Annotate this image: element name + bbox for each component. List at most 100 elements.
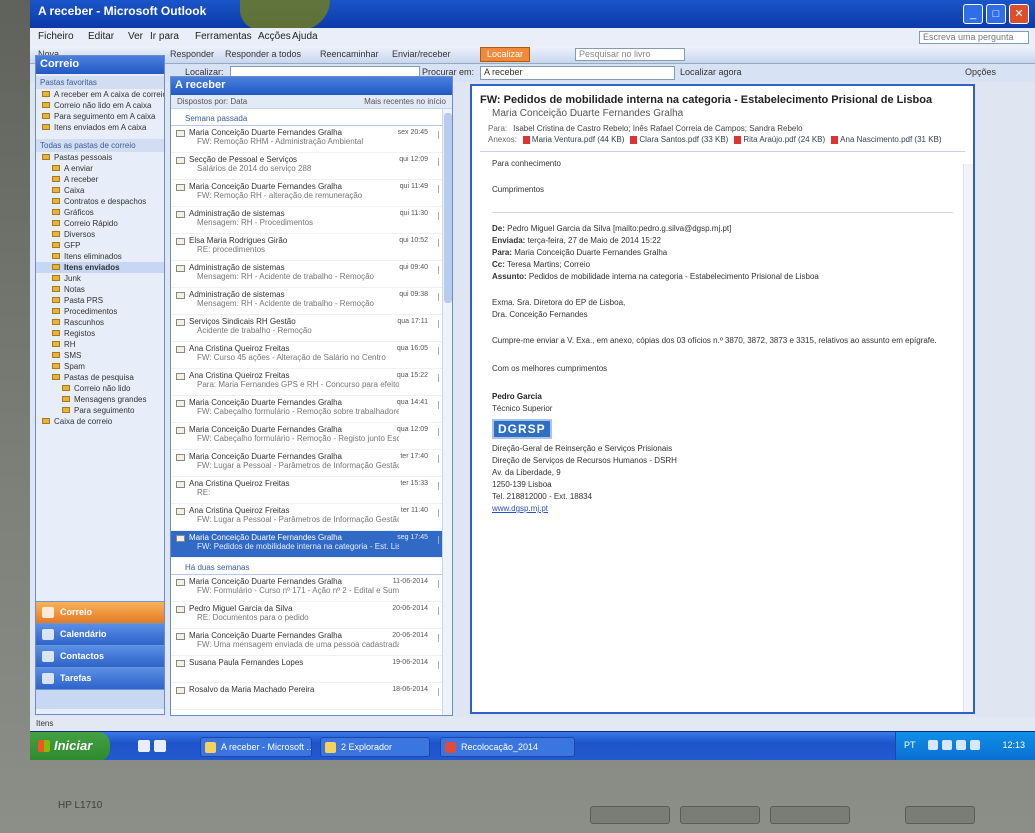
help-question-input[interactable]: Escreva uma pergunta [919,31,1029,44]
folder-tree-item[interactable]: SMS [36,350,164,361]
nav-calendar-button[interactable]: Calendário [36,623,164,645]
maximize-button[interactable]: □ [986,4,1006,24]
nav-tasks-button[interactable]: Tarefas [36,667,164,689]
menu-actions[interactable]: Acções [258,31,291,42]
message-row[interactable]: Maria Conceição Duarte Fernandes Gralha F… [171,575,452,602]
message-row[interactable]: Rosalvo da Maria Machado Pereira 18-06-20… [171,683,452,710]
folder-tree-item[interactable]: GFP [36,240,164,251]
monitor-button-2[interactable] [680,806,760,824]
attachment-item[interactable]: Rita Araújo.pdf (24 KB) [734,135,825,144]
message-row[interactable]: Maria Conceição Duarte Fernandes Gralha F… [171,629,452,656]
network-icon[interactable] [928,740,938,750]
folder-tree-item[interactable]: Registos [36,328,164,339]
folder-tree-item[interactable]: Correio não lido [36,383,164,394]
folder-tree-item[interactable]: Notas [36,284,164,295]
message-row[interactable]: Pedro Miguel Garcia da Silva RE: Document… [171,602,452,629]
folder-tree-item[interactable]: Junk [36,273,164,284]
message-row[interactable]: Administração de sistemas Mensagem: RH - … [171,261,452,288]
send-receive-button[interactable]: Enviar/receber [392,49,451,59]
message-row[interactable]: Susana Paula Fernandes Lopes 19-06-2014 [171,656,452,683]
address-book-search[interactable]: Pesquisar no livro [575,48,685,61]
message-row[interactable]: Elsa Maria Rodrigues Girão RE: procedimen… [171,234,452,261]
monitor-button-3[interactable] [770,806,850,824]
folder-tree-item[interactable]: Gráficos [36,207,164,218]
message-group-header[interactable]: Semana passada [171,109,452,126]
close-button[interactable]: ✕ [1009,4,1029,24]
task-outlook[interactable]: A receber - Microsoft ... [200,737,312,757]
folder-tree-item[interactable]: Caixa de correio [36,416,164,427]
message-row[interactable]: Secção de Pessoal e Serviços Salários de … [171,153,452,180]
favorite-folder-item[interactable]: A receber em A caixa de correio [36,89,164,100]
folder-tree-item[interactable]: RH [36,339,164,350]
list-scrollbar[interactable] [442,109,452,715]
reading-scrollbar[interactable] [963,164,973,712]
menu-help[interactable]: Ajuda [292,31,318,42]
quicklaunch-desktop-icon[interactable] [138,740,150,752]
reply-button[interactable]: Responder [170,49,214,59]
volume-icon[interactable] [942,740,952,750]
message-row[interactable]: Maria Conceição Duarte Fernandes Gralha F… [171,450,452,477]
menu-file[interactable]: Ficheiro [38,31,74,42]
sort-order-label[interactable]: Mais recentes no início [364,97,446,106]
all-folders-header[interactable]: Todas as pastas de correio [36,139,164,152]
message-row[interactable]: Ana Cristina Queiroz Freitas FW: Lugar a … [171,504,452,531]
menu-view[interactable]: Ver [128,31,143,42]
find-button[interactable]: Localizar [480,47,530,62]
favorite-folder-item[interactable]: Para seguimento em A caixa [36,111,164,122]
folder-tree-item[interactable]: Para seguimento [36,405,164,416]
arrange-by-label[interactable]: Dispostos por: Data [177,97,247,106]
favorite-folder-item[interactable]: Itens enviados em A caixa [36,122,164,133]
folder-tree-item[interactable]: Pastas pessoais [36,152,164,163]
message-row[interactable]: Serviços Sindicais RH Gestão Acidente de … [171,315,452,342]
message-row[interactable]: Maria Conceição Duarte Fernandes Gralha F… [171,531,452,558]
message-row[interactable]: Ana Cristina Queiroz Freitas FW: Curso 45… [171,342,452,369]
search-in-select[interactable]: A receber [480,66,675,80]
start-button[interactable]: Iniciar [30,732,110,760]
folder-tree-item[interactable]: Correio Rápido [36,218,164,229]
minimize-button[interactable]: _ [963,4,983,24]
folder-tree-item[interactable]: Pastas de pesquisa [36,372,164,383]
language-indicator[interactable]: PT [904,740,916,750]
monitor-button-1[interactable] [590,806,670,824]
clock[interactable]: 12:13 [1002,740,1025,750]
nav-contacts-button[interactable]: Contactos [36,645,164,667]
attachment-item[interactable]: Maria Ventura.pdf (44 KB) [522,135,624,144]
update-icon[interactable] [970,740,980,750]
reply-all-button[interactable]: Responder a todos [225,49,301,59]
quicklaunch-browser-icon[interactable] [154,740,166,752]
folder-tree-item[interactable]: Itens eliminados [36,251,164,262]
monitor-power-button[interactable] [905,806,975,824]
attachment-item[interactable]: Ana Nascimento.pdf (31 KB) [831,135,942,144]
message-row[interactable]: Maria Conceição Duarte Fernandes Gralha F… [171,180,452,207]
find-now-button[interactable]: Localizar agora [680,67,742,77]
options-button[interactable]: Opções [965,67,996,77]
attachment-item[interactable]: Clara Santos.pdf (33 KB) [630,135,728,144]
message-row[interactable]: Maria Conceição Duarte Fernandes Gralha F… [171,126,452,153]
signature-link[interactable]: www.dgsp.mj.pt [492,503,953,515]
message-row[interactable]: Maria Conceição Duarte Fernandes Gralha F… [171,423,452,450]
folder-tree-item[interactable]: Rascunhos [36,317,164,328]
nav-mail-button[interactable]: Correio [36,601,164,623]
folder-tree-item[interactable]: A receber [36,174,164,185]
message-row[interactable]: Ana Cristina Queiroz Freitas Para: Maria … [171,369,452,396]
message-sender[interactable]: Maria Conceição Duarte Fernandes Gralha [472,108,973,123]
menu-edit[interactable]: Editar [88,31,114,42]
security-icon[interactable] [956,740,966,750]
favorites-header[interactable]: Pastas favoritas [36,76,164,89]
to-value[interactable]: Isabel Cristina de Castro Rebelo; Inês R… [513,124,802,133]
folder-tree-item[interactable]: Diversos [36,229,164,240]
folder-tree-item[interactable]: Pasta PRS [36,295,164,306]
message-row[interactable]: Ana Cristina Queiroz Freitas RE: ter 15:33 [171,477,452,504]
menu-goto[interactable]: Ir para [150,31,179,42]
menu-tools[interactable]: Ferramentas [195,31,252,42]
forward-button[interactable]: Reencaminhar [320,49,379,59]
folder-tree-item[interactable]: Mensagens grandes [36,394,164,405]
task-explorer[interactable]: 2 Explorador [320,737,430,757]
message-row[interactable]: Maria Conceição Duarte Fernandes Gralha F… [171,396,452,423]
favorite-folder-item[interactable]: Correio não lido em A caixa [36,100,164,111]
arrange-by-bar[interactable]: Dispostos por: Data Mais recentes no iní… [171,95,452,109]
folder-tree-item[interactable]: A enviar [36,163,164,174]
folder-tree-item[interactable]: Contratos e despachos [36,196,164,207]
message-group-header[interactable]: Há duas semanas [171,558,452,575]
folder-tree-item[interactable]: Itens enviados [36,262,164,273]
